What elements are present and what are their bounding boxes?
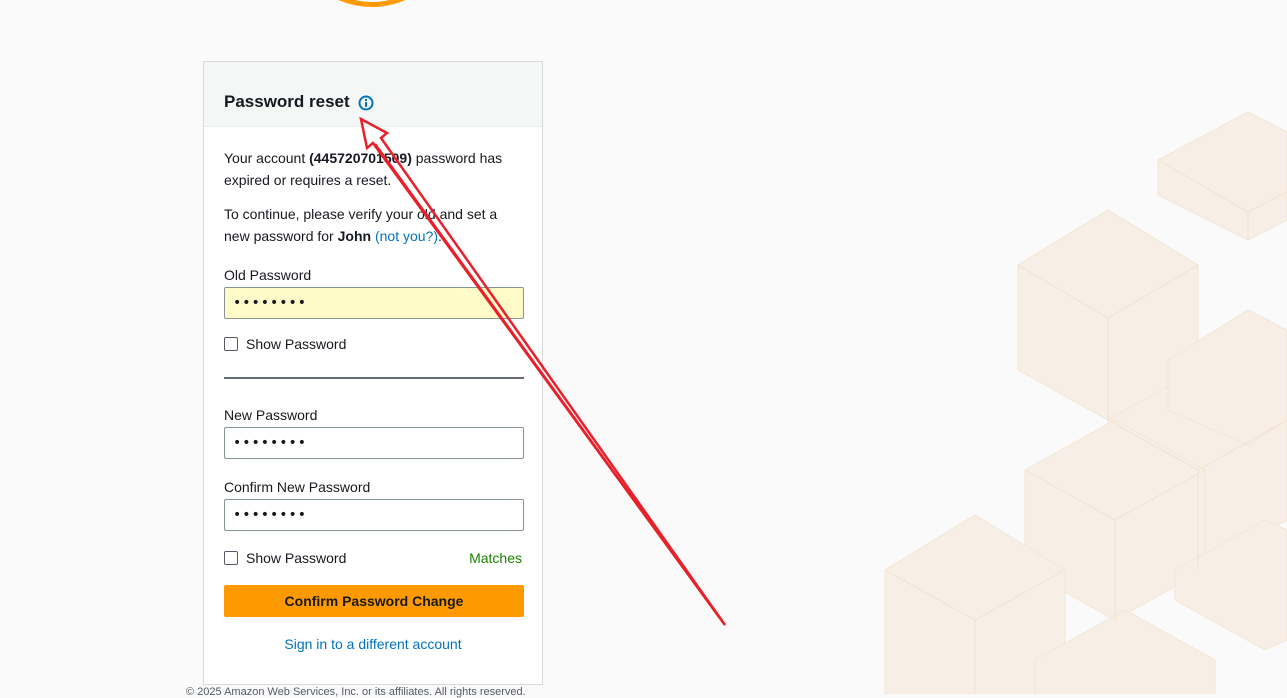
confirm-password-field[interactable] <box>224 499 524 531</box>
show-old-password-row[interactable]: Show Password <box>224 333 522 355</box>
aws-smile-logo <box>338 0 406 8</box>
not-you-suffix: . <box>438 228 442 244</box>
show-new-password-row[interactable]: Show Password Matches <box>224 547 522 569</box>
new-password-field[interactable] <box>224 427 524 459</box>
card-header: Password reset <box>204 62 542 127</box>
password-match-status: Matches <box>469 550 522 566</box>
copyright-footer: © 2025 Amazon Web Services, Inc. or its … <box>186 686 526 698</box>
annotation-arrow <box>359 116 727 626</box>
continue-message: To continue, please verify your old and … <box>224 203 522 247</box>
old-password-label: Old Password <box>224 267 312 283</box>
not-you-link[interactable]: (not you?) <box>375 228 438 244</box>
show-old-password-checkbox[interactable] <box>224 337 238 351</box>
show-password-label: Show Password <box>246 336 347 352</box>
account-expired-message: Your account (445720701509) password has… <box>224 147 522 191</box>
page-title: Password reset <box>224 91 350 111</box>
confirm-password-change-button[interactable]: Confirm Password Change <box>224 585 524 617</box>
card-body: Your account (445720701509) password has… <box>204 127 542 655</box>
sign-in-different-account-link[interactable]: Sign in to a different account <box>284 636 461 652</box>
show-new-password-checkbox[interactable] <box>224 551 238 565</box>
account-id: (445720701509) <box>309 150 412 166</box>
confirm-password-label: Confirm New Password <box>224 479 371 495</box>
show-password-label: Show Password <box>246 550 347 566</box>
password-reset-card: Password reset Your account (44572070150… <box>203 61 543 685</box>
intro-prefix: Your account <box>224 150 310 166</box>
alt-signin-container: Sign in to a different account <box>224 633 522 655</box>
old-password-field[interactable] <box>224 287 524 319</box>
section-divider <box>224 377 524 379</box>
info-icon[interactable] <box>358 95 374 111</box>
new-password-label: New Password <box>224 407 318 423</box>
user-name: John <box>337 228 372 244</box>
background-cube-pattern <box>884 111 1287 694</box>
